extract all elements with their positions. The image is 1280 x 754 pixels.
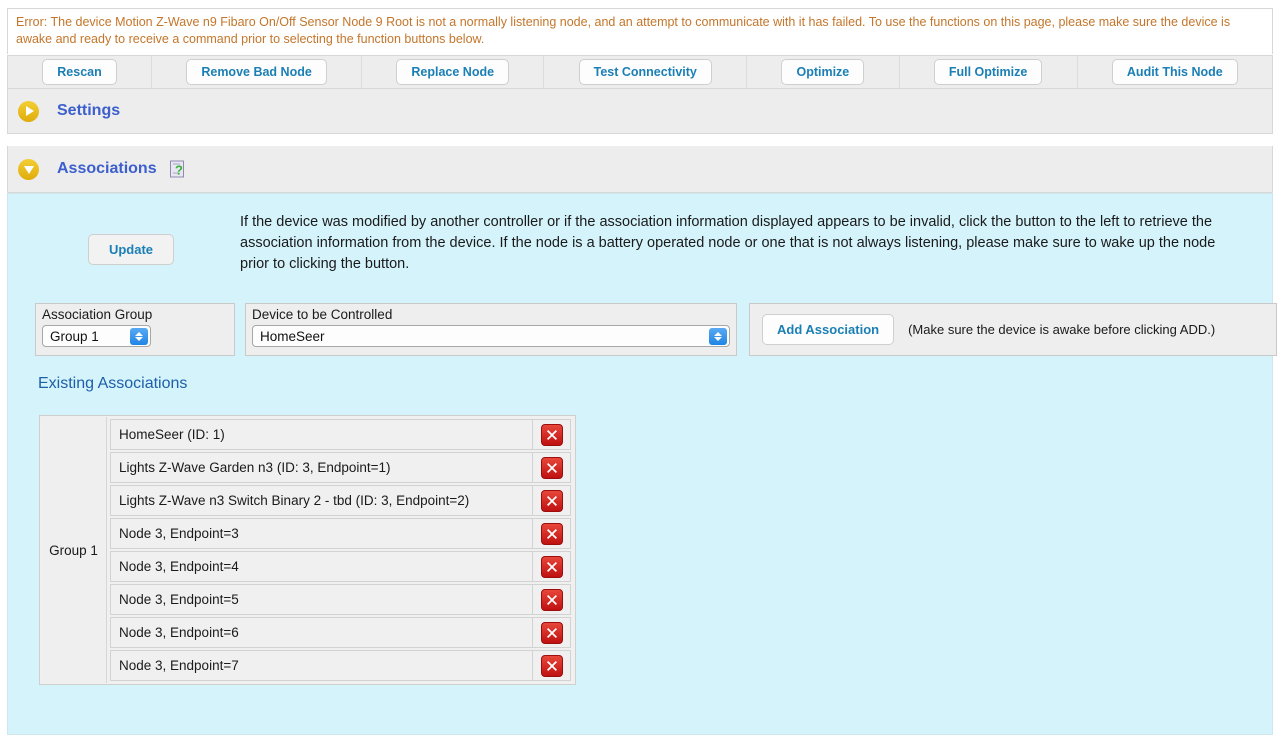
help-document-icon[interactable]: ? xyxy=(169,160,188,179)
delete-x-icon[interactable] xyxy=(540,456,563,479)
section-title-settings: Settings xyxy=(57,102,121,119)
delete-x-icon[interactable] xyxy=(540,423,563,446)
delete-x-icon[interactable] xyxy=(540,555,563,578)
audit-this-node-button[interactable]: Audit This Node xyxy=(1111,59,1238,85)
table-row: Node 3, Endpoint=3 xyxy=(110,518,571,549)
node-function-toolbar: Rescan Remove Bad Node Replace Node Test… xyxy=(7,55,1273,89)
toolbar-cell: Remove Bad Node xyxy=(152,56,363,88)
triangle-right-icon[interactable] xyxy=(18,100,39,122)
add-association-note: (Make sure the device is awake before cl… xyxy=(908,322,1216,337)
association-name: Node 3, Endpoint=3 xyxy=(110,518,533,549)
device-to-control-label: Device to be Controlled xyxy=(252,307,393,322)
full-optimize-button[interactable]: Full Optimize xyxy=(933,59,1043,85)
delete-x-icon[interactable] xyxy=(540,522,563,545)
existing-associations-table: Group 1 HomeSeer (ID: 1) Lights Z-Wave G… xyxy=(39,415,576,685)
delete-cell xyxy=(533,584,571,615)
add-association-box: Add Association (Make sure the device is… xyxy=(749,303,1277,356)
update-button-cell: Update xyxy=(22,212,240,265)
remove-bad-node-button[interactable]: Remove Bad Node xyxy=(186,59,327,85)
section-title-associations: Associations xyxy=(57,160,157,177)
delete-x-icon[interactable] xyxy=(540,654,563,677)
chevron-updown-icon[interactable] xyxy=(130,328,148,345)
table-row: HomeSeer (ID: 1) xyxy=(110,419,571,450)
association-name: HomeSeer (ID: 1) xyxy=(110,419,533,450)
association-name: Node 3, Endpoint=7 xyxy=(110,650,533,681)
association-group-select[interactable]: Group 1 xyxy=(42,325,151,347)
table-row: Node 3, Endpoint=7 xyxy=(110,650,571,681)
association-name: Lights Z-Wave n3 Switch Binary 2 - tbd (… xyxy=(110,485,533,516)
group-label-cell: Group 1 xyxy=(41,417,107,683)
error-banner: Error: The device Motion Z-Wave n9 Fibar… xyxy=(7,8,1273,54)
toolbar-cell: Audit This Node xyxy=(1078,56,1272,88)
svg-text:?: ? xyxy=(175,162,183,177)
table-row: Lights Z-Wave Garden n3 (ID: 3, Endpoint… xyxy=(110,452,571,483)
add-association-button[interactable]: Add Association xyxy=(762,314,895,345)
section-header-associations[interactable]: Associations ? xyxy=(7,146,1273,193)
associations-panel: Update If the device was modified by ano… xyxy=(7,193,1277,735)
association-name: Node 3, Endpoint=5 xyxy=(110,584,533,615)
error-message: Error: The device Motion Z-Wave n9 Fibar… xyxy=(16,15,1231,46)
delete-cell xyxy=(533,485,571,516)
table-row: Node 3, Endpoint=4 xyxy=(110,551,571,582)
device-to-control-value: HomeSeer xyxy=(260,328,325,344)
update-button[interactable]: Update xyxy=(87,234,175,265)
delete-x-icon[interactable] xyxy=(540,588,563,611)
toolbar-cell: Rescan xyxy=(8,56,153,88)
association-controls: Association Group Group 1 Device to be C… xyxy=(35,303,1277,356)
delete-x-icon[interactable] xyxy=(540,621,563,644)
delete-cell xyxy=(533,419,571,450)
association-group-value: Group 1 xyxy=(50,328,99,344)
table-row: Node 3, Endpoint=6 xyxy=(110,617,571,648)
association-name: Node 3, Endpoint=6 xyxy=(110,617,533,648)
zwave-node-page: Error: The device Motion Z-Wave n9 Fibar… xyxy=(0,0,1280,754)
update-description: If the device was modified by another co… xyxy=(240,214,1216,272)
association-name: Lights Z-Wave Garden n3 (ID: 3, Endpoint… xyxy=(110,452,533,483)
replace-node-button[interactable]: Replace Node xyxy=(396,59,510,85)
association-group-box: Association Group Group 1 xyxy=(35,303,235,356)
test-connectivity-button[interactable]: Test Connectivity xyxy=(578,59,712,85)
toolbar-cell: Test Connectivity xyxy=(544,56,748,88)
device-to-control-select[interactable]: HomeSeer xyxy=(252,325,730,347)
toolbar-cell: Optimize xyxy=(747,56,900,88)
existing-associations-title: Existing Associations xyxy=(38,375,188,392)
delete-cell xyxy=(533,452,571,483)
association-group-label: Association Group xyxy=(42,307,153,322)
triangle-down-icon[interactable] xyxy=(18,158,39,180)
table-row: Node 3, Endpoint=5 xyxy=(110,584,571,615)
table-row: Lights Z-Wave n3 Switch Binary 2 - tbd (… xyxy=(110,485,571,516)
update-row: Update If the device was modified by ano… xyxy=(8,194,1272,291)
toolbar-cell: Full Optimize xyxy=(900,56,1078,88)
section-header-settings[interactable]: Settings xyxy=(7,89,1273,134)
rescan-button[interactable]: Rescan xyxy=(42,59,117,85)
delete-x-icon[interactable] xyxy=(540,489,563,512)
delete-cell xyxy=(533,518,571,549)
device-to-control-box: Device to be Controlled HomeSeer xyxy=(245,303,737,356)
association-rows: HomeSeer (ID: 1) Lights Z-Wave Garden n3… xyxy=(107,417,574,683)
chevron-updown-icon[interactable] xyxy=(709,328,727,345)
delete-cell xyxy=(533,551,571,582)
optimize-button[interactable]: Optimize xyxy=(781,59,865,85)
toolbar-cell: Replace Node xyxy=(362,56,545,88)
association-name: Node 3, Endpoint=4 xyxy=(110,551,533,582)
delete-cell xyxy=(533,650,571,681)
delete-cell xyxy=(533,617,571,648)
